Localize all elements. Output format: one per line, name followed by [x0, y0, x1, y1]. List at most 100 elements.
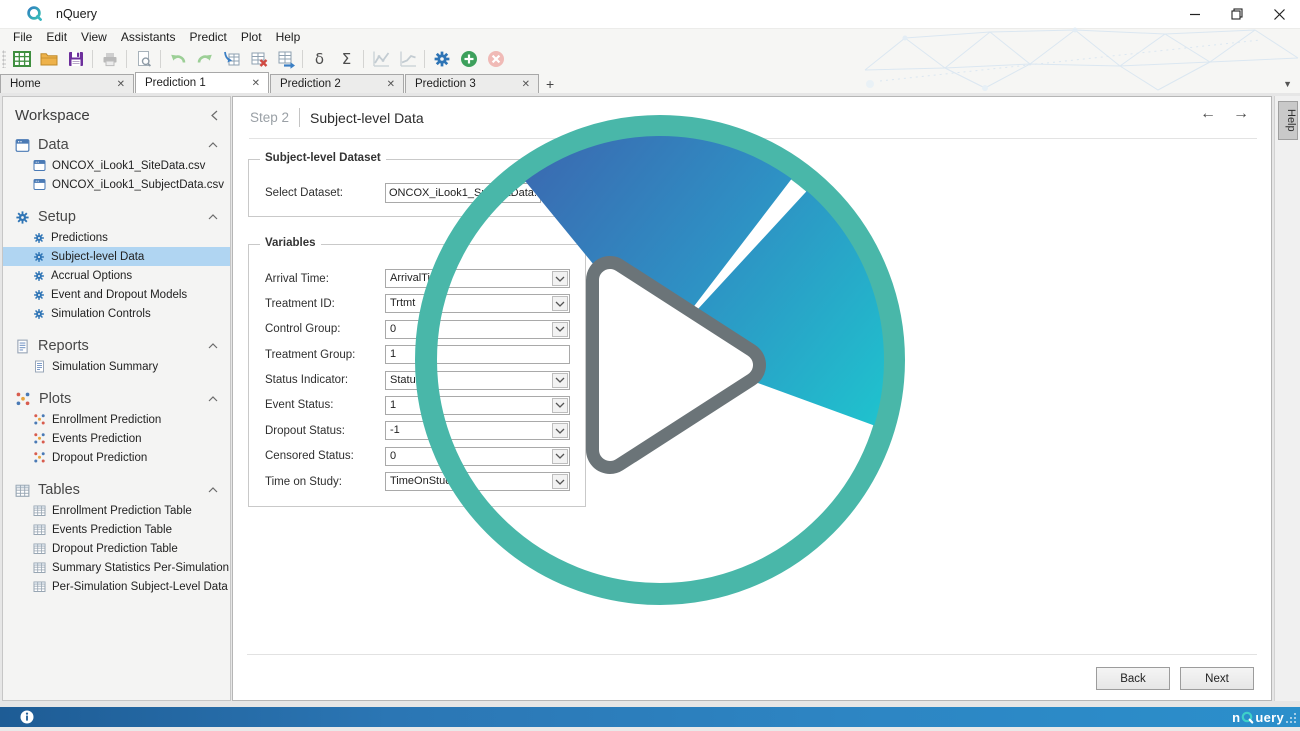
menu-assistants[interactable]: Assistants [114, 29, 183, 45]
table-icon [33, 523, 46, 536]
chevron-down-icon [552, 271, 568, 286]
new-table-button[interactable] [9, 47, 34, 71]
sidebar-item-dropout-prediction[interactable]: Dropout Prediction [3, 448, 230, 467]
sidebar-section-tables[interactable]: Tables [3, 475, 230, 501]
dropout-status-select[interactable]: -1 [385, 421, 570, 440]
settings-button[interactable] [429, 47, 454, 71]
delta-button[interactable]: δ [307, 47, 332, 71]
help-tab[interactable]: Help [1278, 101, 1298, 140]
delta-icon: δ [315, 50, 324, 68]
collapse-section-icon[interactable] [208, 343, 218, 349]
collapse-panel-icon[interactable] [211, 110, 218, 121]
resize-grip[interactable] [1284, 711, 1298, 725]
sidebar-item-enrollment-prediction-table[interactable]: Enrollment Prediction Table [3, 501, 230, 520]
status-indicator-select[interactable]: Status [385, 371, 570, 390]
chevron-down-icon [552, 296, 568, 311]
back-button[interactable]: Back [1096, 667, 1170, 690]
menu-predict[interactable]: Predict [183, 29, 234, 45]
step-back-arrow[interactable]: ← [1200, 105, 1216, 123]
sidebar-item-events-prediction[interactable]: Events Prediction [3, 429, 230, 448]
scatter-plot-icon [33, 432, 46, 445]
censored-status-select[interactable]: 0 [385, 447, 570, 466]
line-plot-button[interactable] [395, 47, 420, 71]
scatter-plot-icon [33, 451, 46, 464]
save-icon [66, 49, 86, 69]
collapse-section-icon[interactable] [208, 214, 218, 220]
menu-edit[interactable]: Edit [39, 29, 74, 45]
sidebar-item-subject-level-data[interactable]: Subject-level Data [3, 247, 230, 266]
print-preview-button[interactable] [131, 47, 156, 71]
tab-close-icon[interactable]: ✕ [252, 78, 260, 89]
sidebar-item-accrual-options[interactable]: Accrual Options [3, 266, 230, 285]
add-button[interactable] [456, 47, 481, 71]
control-group-select[interactable]: 0 [385, 320, 570, 339]
tab-home[interactable]: Home ✕ [0, 74, 134, 93]
sidebar-item-per-simulation-subject-level-data[interactable]: Per-Simulation Subject-Level Data [3, 577, 230, 596]
event-status-select[interactable]: 1 [385, 396, 570, 415]
delete-table-button[interactable] [246, 47, 271, 71]
tab-list-dropdown-icon[interactable]: ▼ [1283, 79, 1292, 89]
sidebar-item-subjectdata-csv[interactable]: ONCOX_iLook1_SubjectData.csv [3, 175, 230, 194]
time-on-study-select[interactable]: TimeOnStudy [385, 472, 570, 491]
sidebar-item-simulation-summary[interactable]: Simulation Summary [3, 357, 230, 376]
sigma-button[interactable]: Σ [334, 47, 359, 71]
sidebar-item-dropout-prediction-table[interactable]: Dropout Prediction Table [3, 539, 230, 558]
import-table-button[interactable] [219, 47, 244, 71]
export-table-button[interactable] [273, 47, 298, 71]
step-forward-arrow[interactable]: → [1233, 105, 1249, 123]
scatter-plot-button[interactable] [368, 47, 393, 71]
main-panel: Step 2 Subject-level Data ← → Subject-le… [232, 96, 1272, 701]
sidebar-item-events-prediction-table[interactable]: Events Prediction Table [3, 520, 230, 539]
undo-button[interactable] [165, 47, 190, 71]
cancel-button[interactable] [483, 47, 508, 71]
menu-help[interactable]: Help [269, 29, 308, 45]
sidebar-item-simulation-controls[interactable]: Simulation Controls [3, 304, 230, 323]
gear-icon [33, 308, 45, 320]
open-file-button[interactable] [36, 47, 61, 71]
toolbar-grip[interactable] [2, 50, 6, 68]
treatment-id-select[interactable]: Trtmt [385, 294, 570, 313]
minimize-button[interactable] [1174, 0, 1216, 28]
restore-button[interactable] [1216, 0, 1258, 28]
arrival-time-select[interactable]: ArrivalTime [385, 269, 570, 288]
menu-view[interactable]: View [74, 29, 114, 45]
tab-label: Prediction 2 [280, 78, 341, 90]
tab-prediction-2[interactable]: Prediction 2 ✕ [270, 74, 404, 93]
menubar: File Edit View Assistants Predict Plot H… [0, 28, 1300, 45]
tab-prediction-1[interactable]: Prediction 1 ✕ [135, 72, 269, 93]
menu-plot[interactable]: Plot [234, 29, 269, 45]
print-button[interactable] [97, 47, 122, 71]
sidebar-section-data[interactable]: Data [3, 130, 230, 156]
new-tab-button[interactable]: + [540, 76, 562, 93]
sidebar-section-setup[interactable]: Setup [3, 202, 230, 228]
sidebar-item-predictions[interactable]: Predictions [3, 228, 230, 247]
table-icon [33, 542, 46, 555]
sidebar-section-reports[interactable]: Reports [3, 331, 230, 357]
help-rail: Help [1274, 96, 1300, 701]
treatment-group-input[interactable]: 1 [385, 345, 570, 364]
collapse-section-icon[interactable] [208, 142, 218, 148]
open-folder-icon [39, 49, 59, 69]
select-dataset-input[interactable] [385, 183, 541, 203]
sidebar-item-sitedata-csv[interactable]: ONCOX_iLook1_SiteData.csv [3, 156, 230, 175]
collapse-section-icon[interactable] [208, 396, 218, 402]
tab-close-icon[interactable]: ✕ [117, 79, 125, 90]
next-button[interactable]: Next [1180, 667, 1254, 690]
table-icon [15, 483, 30, 498]
close-icon [1274, 9, 1285, 20]
redo-button[interactable] [192, 47, 217, 71]
info-icon[interactable] [20, 710, 34, 724]
tab-close-icon[interactable]: ✕ [522, 79, 530, 90]
collapse-section-icon[interactable] [208, 487, 218, 493]
sidebar-item-summary-statistics-per-simulation[interactable]: Summary Statistics Per-Simulation [3, 558, 230, 577]
save-button[interactable] [63, 47, 88, 71]
restore-icon [1231, 8, 1243, 20]
sidebar-item-enrollment-prediction[interactable]: Enrollment Prediction [3, 410, 230, 429]
footer-rule [247, 654, 1257, 655]
menu-file[interactable]: File [6, 29, 39, 45]
tab-close-icon[interactable]: ✕ [387, 79, 395, 90]
tab-prediction-3[interactable]: Prediction 3 ✕ [405, 74, 539, 93]
close-button[interactable] [1258, 0, 1300, 28]
sidebar-item-event-dropout-models[interactable]: Event and Dropout Models [3, 285, 230, 304]
sidebar-section-plots[interactable]: Plots [3, 384, 230, 410]
